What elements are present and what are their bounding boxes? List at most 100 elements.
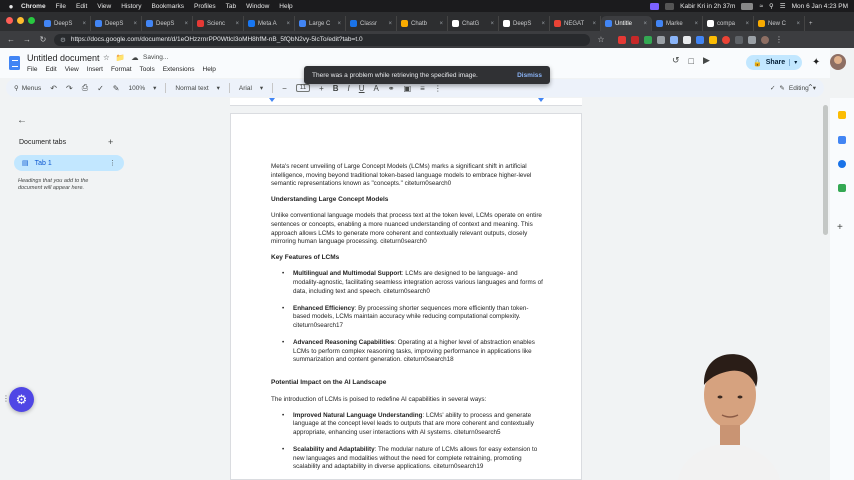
paint-format-icon[interactable]: ✎ [113,84,120,93]
zoom-select[interactable]: 100% ▾ [129,84,157,93]
close-tab-icon[interactable]: × [490,21,494,27]
close-tab-icon[interactable]: × [439,21,443,27]
close-tab-icon[interactable]: × [592,21,596,27]
move-folder-icon[interactable]: 📁 [116,53,125,62]
more-tools-icon[interactable]: ⋮ [434,84,442,93]
menubar-item-edit[interactable]: Edit [76,3,87,10]
tasks-icon[interactable] [838,136,846,144]
document-ruler[interactable] [230,98,582,106]
extensions-puzzle-icon[interactable] [735,35,743,44]
calendar-status-text[interactable]: Kabir Kri in 2h 37m [680,3,735,10]
extension-doc-icon[interactable] [683,35,691,44]
close-tab-icon[interactable]: × [541,21,545,27]
menu-extensions[interactable]: Extensions [163,66,195,73]
meet-icon[interactable]: ▶ [703,55,710,66]
close-tab-icon[interactable]: × [337,21,341,27]
back-icon[interactable]: ← [6,35,16,44]
italic-icon[interactable]: I [348,84,350,93]
browser-tab[interactable]: compa × [703,16,754,31]
extension-blue-icon[interactable] [670,35,678,44]
extension-video-icon[interactable] [631,35,639,44]
star-icon[interactable]: ☆ [103,53,110,62]
close-tab-icon[interactable]: × [694,21,698,27]
minimize-window-button[interactable] [17,17,24,24]
close-tab-icon[interactable]: × [643,21,647,27]
right-indent-marker[interactable] [538,98,544,102]
gemini-icon[interactable]: ✦ [812,57,820,68]
browser-tab[interactable]: Large C × [295,16,346,31]
close-tab-icon[interactable]: × [796,21,800,27]
collapse-toolbar-icon[interactable]: ⌃ [807,83,814,92]
menu-help[interactable]: Help [203,66,216,73]
screen-record-icon[interactable] [650,2,660,10]
maps-icon[interactable] [838,184,846,192]
cloud-status-icon[interactable]: ☁ [131,53,139,62]
menu-view[interactable]: View [65,66,79,73]
browser-tab[interactable]: DeepS × [40,16,91,31]
extension-circle-icon[interactable] [722,35,730,44]
menubar-item-window[interactable]: Window [246,3,269,10]
maximize-window-button[interactable] [28,17,35,24]
wifi-icon[interactable]: ≈ [759,3,763,10]
menubar-item-bookmarks[interactable]: Bookmarks [151,3,184,10]
browser-tab[interactable]: NEGAT × [550,16,601,31]
browser-tab[interactable]: Chatb × [397,16,448,31]
contacts-icon[interactable] [838,160,846,168]
font-size-input[interactable]: 11 [295,84,311,92]
browser-tab[interactable]: New C × [754,16,805,31]
get-addons-icon[interactable]: + [837,222,843,233]
menubar-item-file[interactable]: File [56,3,66,10]
back-arrow-icon[interactable]: ← [17,115,27,126]
menubar-clock[interactable]: Mon 6 Jan 4:23 PM [792,3,848,10]
share-button[interactable]: 🔒 Share ▾ [746,55,802,70]
link-icon[interactable]: ⚭ [388,84,395,93]
close-tab-icon[interactable]: × [235,21,239,27]
dismiss-button[interactable]: Dismiss [517,72,542,79]
extension-green-icon[interactable] [644,35,652,44]
close-tab-icon[interactable]: × [388,21,392,27]
extension-red-icon[interactable] [618,35,626,44]
left-indent-marker[interactable] [269,98,275,102]
account-avatar[interactable] [830,54,846,70]
text-color-icon[interactable]: A [374,84,379,93]
undo-icon[interactable]: ↶ [50,84,57,93]
close-window-button[interactable] [6,17,13,24]
document-scrollbar[interactable] [823,105,828,235]
extension-yellow-icon[interactable] [709,35,717,44]
forward-icon[interactable]: → [22,35,32,44]
browser-tab[interactable]: Scienc × [193,16,244,31]
search-icon[interactable]: ⚲ [769,2,774,10]
menubar-item-chrome[interactable]: Chrome [21,3,46,10]
add-tab-icon[interactable]: + [108,137,113,147]
browser-menu-icon[interactable]: ⋮ [774,35,784,44]
keep-icon[interactable] [838,111,846,119]
menu-insert[interactable]: Insert [87,66,103,73]
close-tab-icon[interactable]: × [133,21,137,27]
menubar-item-tab[interactable]: Tab [226,3,236,10]
style-select[interactable]: Normal text ▾ [175,84,220,93]
comments-icon[interactable]: □ [689,56,694,66]
new-tab-button[interactable]: + [805,16,819,31]
browser-tab[interactable]: DeepS × [91,16,142,31]
site-info-icon[interactable]: ⚙ [60,36,66,44]
menubar-item-view[interactable]: View [97,3,111,10]
underline-icon[interactable]: U [359,84,365,93]
spellcheck-icon[interactable]: ✓ [97,84,104,93]
video-icon[interactable] [665,2,675,10]
battery-icon[interactable] [741,2,754,10]
tab-options-icon[interactable]: ⋮ [109,159,116,167]
print-icon[interactable]: ⎙ [82,83,88,93]
version-history-icon[interactable]: ↺ [672,55,680,66]
close-tab-icon[interactable]: × [745,21,749,27]
bookmark-star-icon[interactable]: ☆ [596,35,606,44]
align-icon[interactable]: ≡ [420,84,425,93]
browser-tab[interactable]: DeepS × [142,16,193,31]
redo-icon[interactable]: ↷ [66,84,73,93]
menu-edit[interactable]: Edit [45,66,56,73]
browser-tab[interactable]: Marke × [652,16,703,31]
url-input[interactable]: ⚙ https://docs.google.com/document/d/1eO… [54,33,590,46]
image-icon[interactable]: ▣ [404,84,412,93]
control-center-icon[interactable]: ☰ [780,2,786,10]
browser-tab[interactable]: DeepS × [499,16,550,31]
menu-file[interactable]: File [27,66,37,73]
